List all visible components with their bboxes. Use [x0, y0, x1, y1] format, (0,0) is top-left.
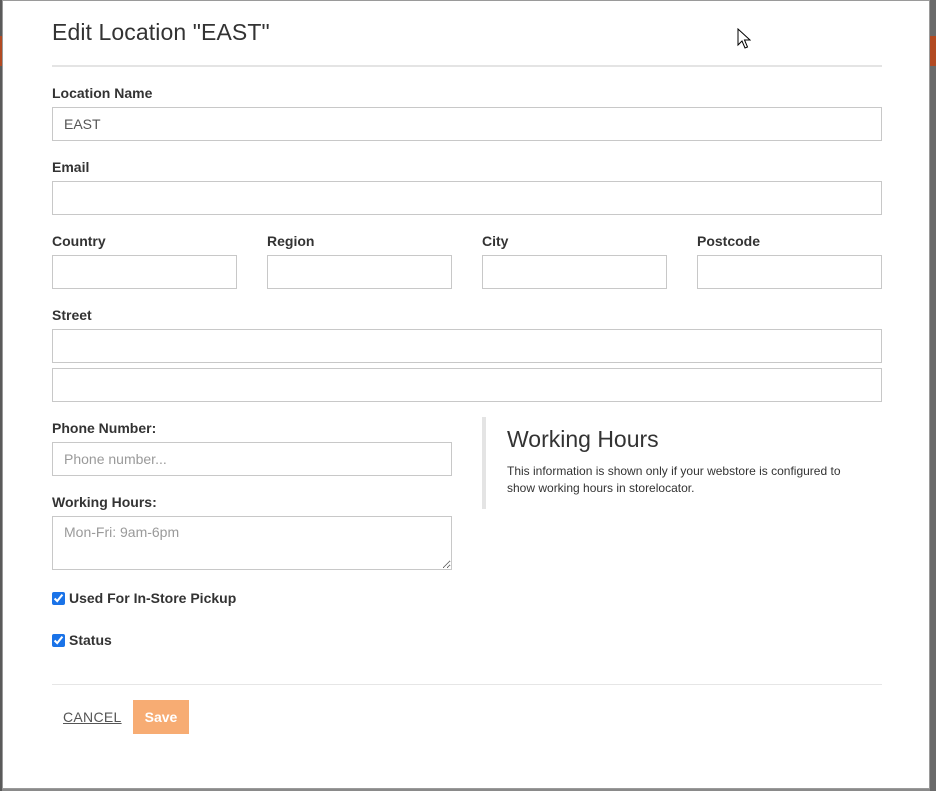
- working-hours-textarea[interactable]: [52, 516, 452, 570]
- in-store-pickup-checkbox[interactable]: [52, 591, 65, 605]
- location-name-input[interactable]: [52, 107, 882, 141]
- email-input[interactable]: [52, 181, 882, 215]
- street-label: Street: [52, 307, 92, 323]
- street-line1-input[interactable]: [52, 329, 882, 363]
- country-label: Country: [52, 233, 106, 249]
- status-label: Status: [69, 632, 112, 648]
- city-label: City: [482, 233, 509, 249]
- in-store-pickup-label: Used For In-Store Pickup: [69, 590, 237, 606]
- backdrop-right: [930, 0, 936, 791]
- country-input[interactable]: [52, 255, 237, 289]
- edit-location-dialog: Edit Location "EAST" Location Name Email…: [2, 0, 930, 789]
- location-name-label: Location Name: [52, 85, 153, 101]
- phone-label: Phone Number:: [52, 420, 157, 436]
- info-text: This information is shown only if your w…: [507, 464, 841, 495]
- save-button[interactable]: Save: [133, 700, 189, 734]
- status-row[interactable]: Status: [52, 632, 112, 648]
- backdrop-accent-right: [930, 36, 936, 66]
- working-hours-info: Working Hours This information is shown …: [482, 417, 882, 509]
- street-line2-input[interactable]: [52, 368, 882, 402]
- mouse-pointer-icon: [737, 28, 751, 49]
- title-divider: [52, 65, 882, 67]
- city-input[interactable]: [482, 255, 667, 289]
- postcode-label: Postcode: [697, 233, 761, 249]
- in-store-pickup-row[interactable]: Used For In-Store Pickup: [52, 590, 236, 606]
- info-title: Working Hours: [507, 426, 659, 452]
- email-label: Email: [52, 159, 90, 175]
- postcode-input[interactable]: [697, 255, 882, 289]
- footer-divider: [52, 684, 882, 685]
- region-label: Region: [267, 233, 315, 249]
- phone-input[interactable]: [52, 442, 452, 476]
- working-hours-label: Working Hours:: [52, 494, 157, 510]
- region-input[interactable]: [267, 255, 452, 289]
- dialog-title: Edit Location "EAST": [52, 19, 270, 45]
- cancel-button[interactable]: CANCEL: [63, 709, 122, 725]
- status-checkbox[interactable]: [52, 633, 65, 647]
